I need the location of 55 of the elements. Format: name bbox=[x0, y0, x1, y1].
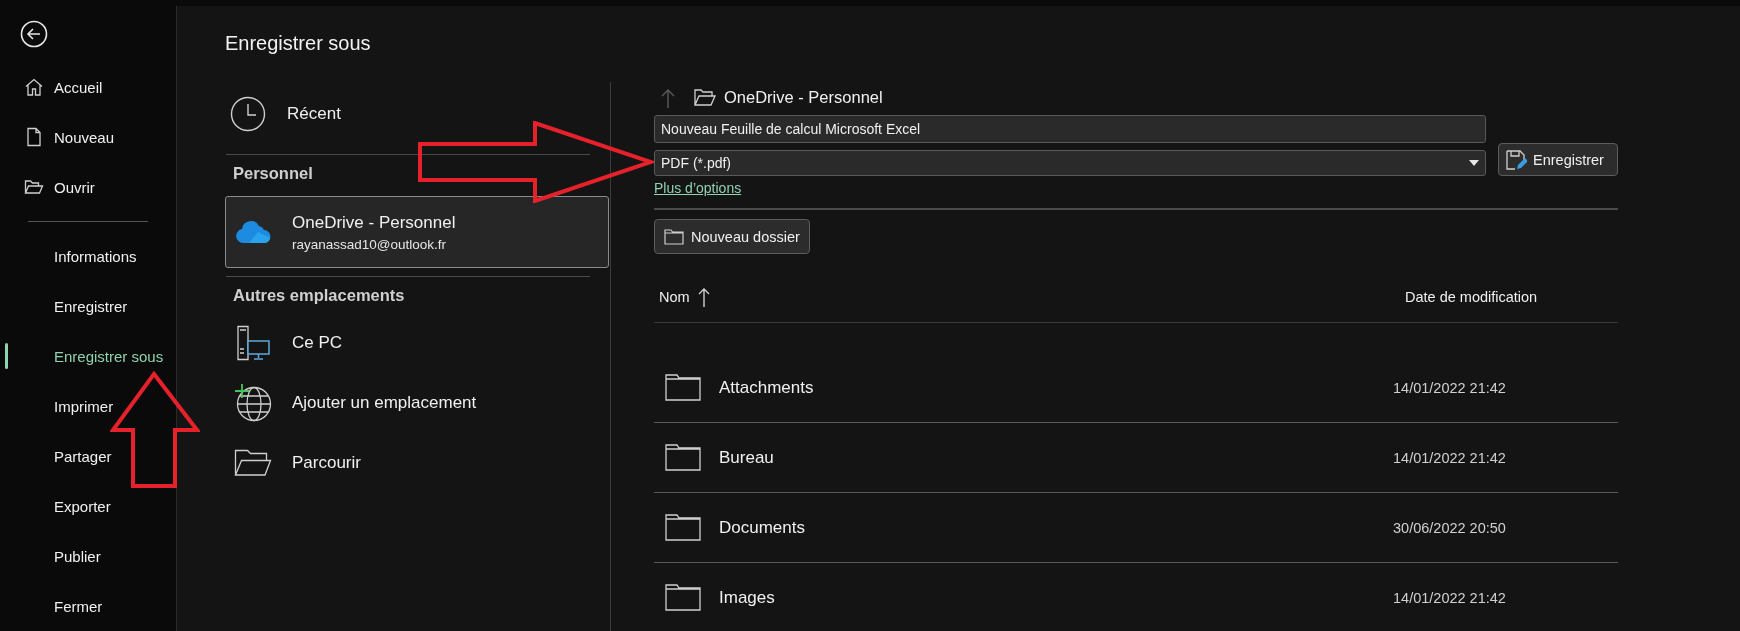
computer-icon bbox=[234, 325, 272, 361]
sort-arrow-icon bbox=[697, 287, 710, 307]
location-item[interactable]: Ajouter un emplacement bbox=[225, 373, 592, 433]
folder-icon bbox=[664, 228, 684, 245]
folder-icon bbox=[665, 514, 701, 541]
file-type-dropdown[interactable]: PDF (*.pdf) bbox=[654, 150, 1486, 176]
folder-icon bbox=[24, 177, 44, 197]
onedrive-location[interactable]: OneDrive - Personnel rayanassad10@outlook.fr bbox=[225, 196, 609, 268]
folder-row[interactable]: Documents 30/06/2022 20:50 bbox=[654, 493, 1618, 563]
folder-icon bbox=[234, 449, 272, 477]
folder-row[interactable]: Bureau 14/01/2022 21:42 bbox=[654, 423, 1618, 493]
clock-icon bbox=[229, 96, 267, 132]
sidebar-item[interactable]: Partager bbox=[0, 431, 176, 481]
location-name: Parcourir bbox=[292, 453, 361, 473]
save-icon bbox=[1505, 148, 1527, 171]
folder-icon bbox=[694, 89, 716, 106]
page-title: Enregistrer sous bbox=[225, 31, 372, 56]
filename-field[interactable]: Nouveau Feuille de calcul Microsoft Excel bbox=[654, 115, 1486, 143]
sidebar-item[interactable]: Informations bbox=[0, 231, 176, 281]
sidebar-item[interactable]: Imprimer bbox=[0, 381, 176, 431]
sidebar-item[interactable]: Accueil bbox=[0, 62, 176, 112]
location-name: Ajouter un emplacement bbox=[292, 393, 477, 413]
new-folder-button[interactable]: Nouveau dossier bbox=[654, 219, 810, 254]
globe-plus-icon bbox=[234, 384, 272, 422]
location-name: Récent bbox=[287, 104, 341, 124]
caret-icon bbox=[1469, 160, 1479, 166]
location-item[interactable]: Parcourir bbox=[225, 433, 592, 493]
location-name: Ce PC bbox=[292, 333, 343, 353]
folder-icon bbox=[665, 374, 701, 401]
sidebar-item[interactable]: Fermer bbox=[0, 581, 176, 631]
section-heading: Personnel bbox=[232, 163, 314, 184]
document-icon bbox=[24, 127, 44, 147]
sidebar-item[interactable]: Publier bbox=[0, 531, 176, 581]
folder-icon bbox=[665, 584, 701, 611]
recent-location[interactable]: Récent bbox=[201, 82, 592, 146]
location-item[interactable]: Ce PC bbox=[225, 313, 592, 373]
more-options-link[interactable]: Plus d’options bbox=[654, 178, 742, 198]
sidebar-item[interactable]: Exporter bbox=[0, 481, 176, 531]
sidebar-item[interactable]: Nouveau bbox=[0, 112, 176, 162]
sidebar-item[interactable]: Ouvrir bbox=[0, 162, 176, 212]
folder-row[interactable]: Attachments 14/01/2022 21:42 bbox=[654, 353, 1618, 423]
home-icon bbox=[24, 77, 44, 97]
folder-path: OneDrive - Personnel bbox=[724, 88, 883, 107]
account-email: rayanassad10@outlook.fr bbox=[292, 236, 448, 252]
cloud-icon bbox=[234, 220, 272, 244]
column-header[interactable]: Date de modification bbox=[1405, 272, 1618, 322]
folder-icon bbox=[665, 444, 701, 471]
sidebar-item[interactable]: Enregistrer bbox=[0, 281, 176, 331]
up-arrow-icon[interactable] bbox=[661, 87, 675, 108]
column-header[interactable]: Nom bbox=[654, 272, 1405, 322]
sidebar-item[interactable]: Enregistrer sous bbox=[0, 331, 176, 381]
location-name: OneDrive - Personnel bbox=[292, 212, 456, 233]
folder-row[interactable]: Images 14/01/2022 21:42 bbox=[654, 563, 1618, 631]
section-heading: Autres emplacements bbox=[232, 285, 406, 306]
save-button[interactable]: Enregistrer bbox=[1498, 143, 1618, 176]
